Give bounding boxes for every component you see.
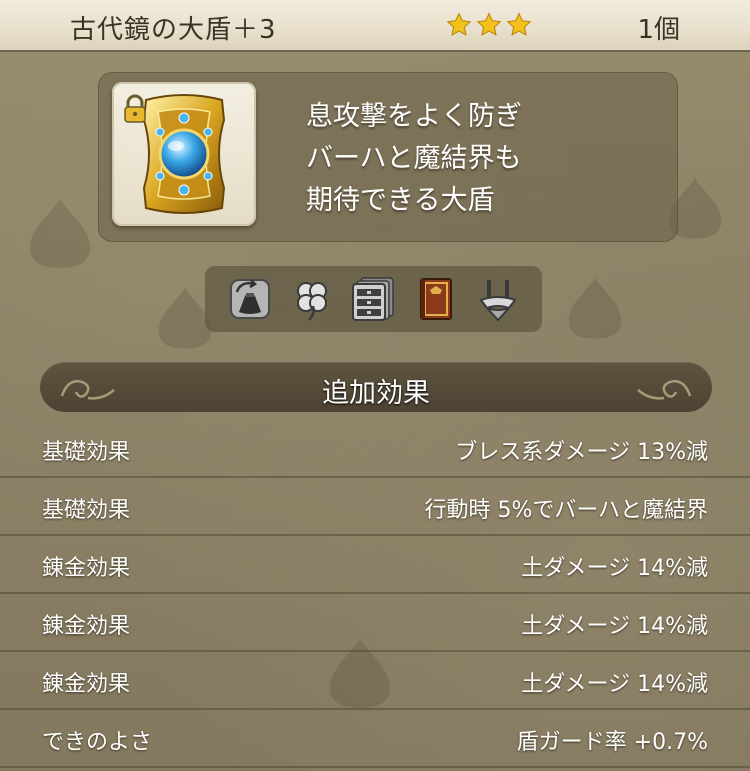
description-line: 期待できる大盾: [306, 185, 495, 216]
item-header: 古代鏡の大盾＋3 1個: [0, 0, 750, 52]
description-line: バーハと魔結界も: [306, 143, 522, 174]
effect-value: ブレス系ダメージ 13%減: [455, 440, 708, 465]
item-title: 古代鏡の大盾＋3: [70, 15, 277, 45]
effect-label: 基礎効果: [42, 440, 131, 465]
effect-row: 錬金効果 土ダメージ 14%減: [0, 652, 750, 710]
book-icon[interactable]: [412, 275, 460, 323]
effect-label: 錬金効果: [42, 614, 131, 639]
section-header: 追加効果: [40, 362, 712, 412]
effect-value: 土ダメージ 14%減: [521, 672, 708, 697]
effect-row: 基礎効果 行動時 5%でバーハと魔結界: [0, 478, 750, 536]
effect-value: 土ダメージ 14%減: [521, 614, 708, 639]
star-rating: [446, 12, 532, 38]
storage-drawer-icon[interactable]: [350, 275, 398, 323]
item-count: 1個: [637, 15, 680, 45]
effect-row: できのよさ 盾ガード率 +0.7%: [0, 710, 750, 768]
effect-label: できのよさ: [42, 730, 153, 755]
effect-row: 錬金効果 土ダメージ 14%減: [0, 594, 750, 652]
effect-value: 行動時 5%でバーハと魔結界: [424, 498, 708, 523]
lock-icon: [124, 94, 146, 123]
item-icon-frame[interactable]: [112, 82, 256, 226]
clover-icon[interactable]: [288, 275, 336, 323]
effect-row: 錬金効果 土ダメージ 14%減: [0, 536, 750, 594]
section-title: 追加効果: [322, 378, 430, 409]
slime-watermark-icon: [30, 198, 90, 268]
slime-watermark-icon: [568, 277, 622, 339]
ornament-right-icon: [637, 380, 692, 400]
item-description: 息攻撃をよく防ぎ バーハと魔結界も 期待できる大盾: [306, 96, 666, 222]
item-info-panel: 息攻撃をよく防ぎ バーハと魔結界も 期待できる大盾: [98, 72, 678, 242]
effect-label: 基礎効果: [42, 498, 131, 523]
effect-label: 錬金効果: [42, 672, 131, 697]
star-icon: [506, 12, 532, 36]
equip-hook-icon[interactable]: [474, 275, 522, 323]
star-icon: [446, 12, 472, 36]
description-line: 息攻撃をよく防ぎ: [306, 101, 522, 132]
effect-value: 土ダメージ 14%減: [521, 556, 708, 581]
effect-label: 錬金効果: [42, 556, 131, 581]
star-icon: [476, 12, 502, 36]
effect-row: 基礎効果 ブレス系ダメージ 13%減: [0, 420, 750, 478]
bag-recycle-icon[interactable]: [226, 275, 274, 323]
effect-value: 盾ガード率 +0.7%: [516, 730, 708, 755]
item-tag-bar: [205, 266, 542, 332]
